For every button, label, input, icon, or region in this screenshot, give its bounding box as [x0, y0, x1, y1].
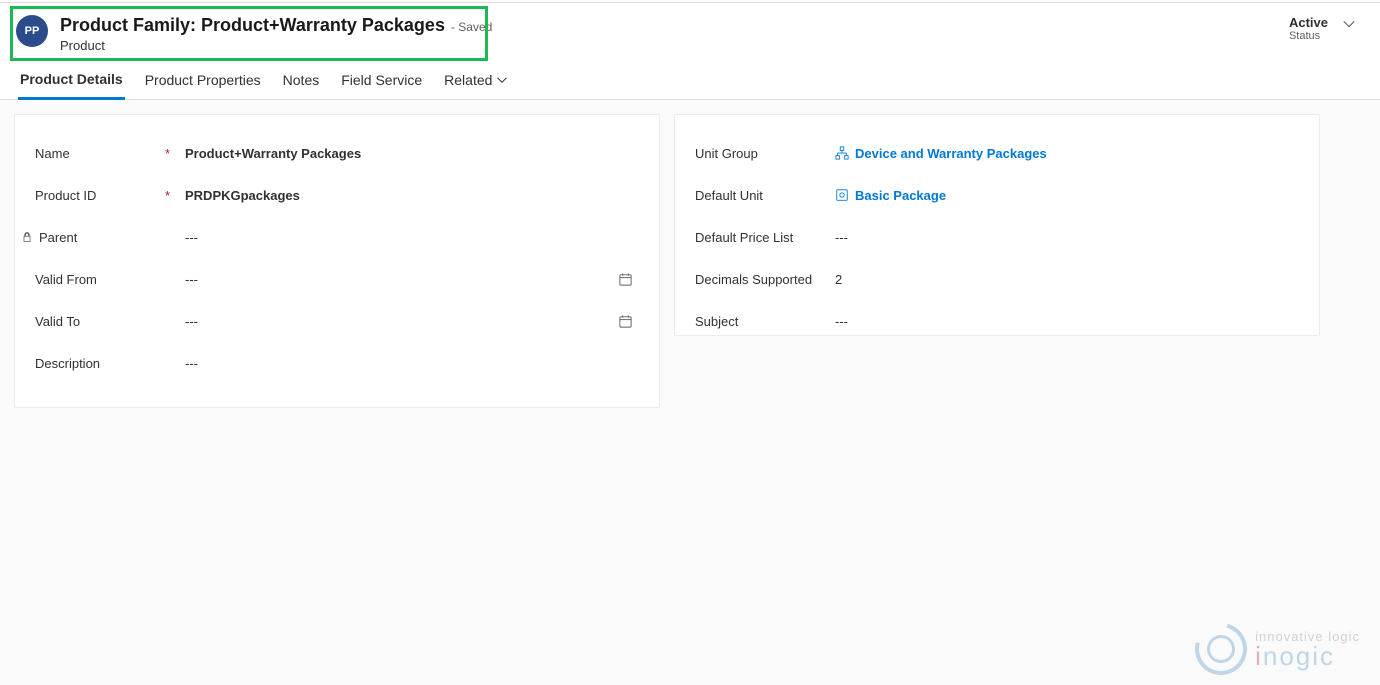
record-avatar: PP	[16, 15, 48, 47]
field-label: Description	[35, 356, 165, 371]
form-content: Name * Product+Warranty Packages Product…	[0, 100, 1380, 408]
status-label: Status	[1289, 30, 1320, 42]
field-label: Subject	[695, 314, 835, 329]
field-product-id[interactable]: Product ID * PRDPKGpackages	[35, 175, 639, 215]
tab-related-label: Related	[444, 72, 492, 88]
field-label: Unit Group	[695, 146, 835, 161]
field-value: ---	[185, 314, 639, 329]
save-status: - Saved	[451, 20, 492, 34]
status-block[interactable]: Active Status	[1289, 15, 1362, 42]
tab-product-details[interactable]: Product Details	[18, 67, 125, 100]
link-text: Device and Warranty Packages	[855, 146, 1047, 161]
header-left: PP Product Family: Product+Warranty Pack…	[16, 15, 1277, 53]
tab-bar: Product Details Product Properties Notes…	[0, 53, 1380, 100]
calendar-icon[interactable]	[618, 314, 633, 329]
field-parent: Parent ---	[35, 217, 639, 257]
field-label: Product ID	[35, 188, 165, 203]
record-header: PP Product Family: Product+Warranty Pack…	[0, 3, 1380, 53]
field-valid-from[interactable]: Valid From ---	[35, 259, 639, 299]
tab-related[interactable]: Related	[442, 67, 510, 99]
details-card-left: Name * Product+Warranty Packages Product…	[14, 114, 660, 408]
field-value: ---	[835, 314, 1299, 329]
calendar-icon[interactable]	[618, 272, 633, 287]
tab-field-service[interactable]: Field Service	[339, 67, 424, 99]
watermark: innovative logic inogic	[1195, 623, 1360, 675]
lock-icon	[21, 231, 33, 243]
details-card-right: Unit Group Device and Warranty Packages …	[674, 114, 1320, 336]
field-default-unit[interactable]: Default Unit Basic Package	[695, 175, 1299, 215]
chevron-down-icon	[496, 74, 508, 86]
field-value: PRDPKGpackages	[185, 188, 639, 203]
watermark-top: innovative logic	[1255, 630, 1360, 643]
hierarchy-icon	[835, 146, 849, 160]
field-value: 2	[835, 272, 1299, 287]
watermark-logo-icon	[1186, 613, 1257, 684]
entity-name: Product	[60, 38, 492, 53]
tab-notes[interactable]: Notes	[281, 67, 322, 99]
field-name[interactable]: Name * Product+Warranty Packages	[35, 133, 639, 173]
field-label: Decimals Supported	[695, 272, 835, 287]
field-label-text: Parent	[39, 230, 77, 245]
field-value: ---	[185, 230, 639, 245]
watermark-bottom: inogic	[1255, 643, 1360, 669]
field-label: Valid To	[35, 314, 165, 329]
field-value: ---	[185, 272, 639, 287]
required-marker: *	[165, 188, 185, 203]
unit-icon	[835, 188, 849, 202]
title-block: Product Family: Product+Warranty Package…	[60, 15, 492, 53]
field-value: ---	[185, 356, 639, 371]
field-subject[interactable]: Subject ---	[695, 301, 1299, 341]
field-label: Default Price List	[695, 230, 835, 245]
required-marker: *	[165, 146, 185, 161]
chevron-down-icon[interactable]	[1342, 17, 1356, 31]
status-value: Active	[1289, 15, 1328, 30]
link-text: Basic Package	[855, 188, 946, 203]
field-unit-group[interactable]: Unit Group Device and Warranty Packages	[695, 133, 1299, 173]
field-label: Name	[35, 146, 165, 161]
field-default-price-list[interactable]: Default Price List ---	[695, 217, 1299, 257]
field-value-link[interactable]: Basic Package	[835, 188, 1299, 203]
field-label: Valid From	[35, 272, 165, 287]
field-decimals-supported[interactable]: Decimals Supported 2	[695, 259, 1299, 299]
page-title: Product Family: Product+Warranty Package…	[60, 15, 445, 36]
field-label: Default Unit	[695, 188, 835, 203]
field-value: Product+Warranty Packages	[185, 146, 639, 161]
tab-product-properties[interactable]: Product Properties	[143, 67, 263, 99]
field-label: Parent	[35, 230, 165, 245]
field-valid-to[interactable]: Valid To ---	[35, 301, 639, 341]
field-description[interactable]: Description ---	[35, 343, 639, 383]
field-value-link[interactable]: Device and Warranty Packages	[835, 146, 1299, 161]
field-value: ---	[835, 230, 1299, 245]
